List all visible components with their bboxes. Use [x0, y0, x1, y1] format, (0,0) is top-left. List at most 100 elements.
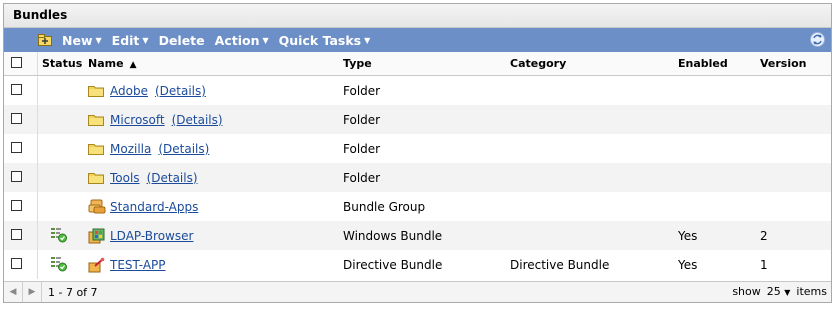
category-cell — [506, 76, 674, 106]
bundle-group-icon — [88, 199, 108, 214]
row-checkbox-cell — [4, 221, 38, 250]
status-cell — [38, 192, 85, 221]
folder-icon — [88, 142, 108, 155]
toolbar: New ▼ Edit ▼ Delete Action ▼ Quick Tasks ▼ — [4, 28, 831, 52]
category-cell — [506, 134, 674, 163]
chevron-down-icon: ▼ — [95, 35, 102, 45]
status-cell — [37, 221, 84, 250]
status-cell — [37, 163, 84, 192]
bundle-name-link[interactable]: Tools — [110, 171, 140, 185]
column-version[interactable]: Version — [756, 52, 831, 76]
delete-button[interactable]: Delete — [159, 33, 205, 48]
column-category[interactable]: Category — [506, 52, 674, 76]
type-cell: Bundle Group — [343, 199, 426, 214]
next-page-icon[interactable]: ▶ — [23, 282, 42, 302]
name-cell: Tools (Details) — [84, 163, 339, 192]
row-checkbox[interactable] — [11, 199, 22, 211]
edit-label: Edit — [111, 32, 140, 48]
table-row[interactable]: Tools (Details) Folder — [4, 163, 831, 192]
column-type[interactable]: Type — [339, 52, 506, 76]
new-button[interactable]: New ▼ — [62, 33, 102, 48]
type-cell: Folder — [343, 83, 381, 98]
column-name-label: Name — [88, 57, 124, 70]
row-checkbox[interactable] — [11, 257, 22, 269]
new-label: New — [62, 32, 93, 48]
directive-bundle-icon — [88, 257, 108, 273]
type-cell: Folder — [343, 141, 381, 156]
table-row[interactable]: LDAP-Browser Windows Bundle Yes 2 — [4, 221, 831, 250]
enabled-cell — [674, 76, 756, 106]
show-label: show — [732, 285, 761, 298]
row-checkbox-cell — [4, 75, 38, 105]
new-folder-icon[interactable] — [38, 34, 52, 46]
refresh-icon[interactable] — [810, 32, 825, 47]
version-cell — [756, 192, 831, 221]
sort-ascending-icon: ▲ — [129, 60, 137, 70]
type-cell: Directive Bundle — [343, 257, 443, 272]
select-all-checkbox[interactable] — [11, 56, 22, 68]
bundle-name-link[interactable]: Microsoft — [110, 113, 165, 127]
action-button[interactable]: Action ▼ — [215, 33, 269, 48]
row-checkbox-cell — [4, 105, 38, 134]
row-checkbox-cell — [4, 192, 38, 221]
name-cell: Mozilla (Details) — [84, 134, 339, 163]
table-row[interactable]: Standard-Apps Bundle Group — [4, 192, 831, 221]
row-checkbox[interactable] — [11, 83, 22, 95]
version-cell: 1 — [760, 257, 768, 272]
status-cell — [37, 105, 84, 134]
page-size-control: show 25 ▼ items — [732, 285, 827, 298]
status-ok-icon — [50, 226, 68, 243]
chevron-down-icon: ▼ — [784, 288, 791, 297]
bundle-name-link[interactable]: Standard-Apps — [110, 200, 198, 214]
type-cell: Windows Bundle — [339, 221, 506, 250]
category-cell — [506, 221, 674, 250]
version-cell — [756, 134, 831, 163]
table-row[interactable]: Microsoft (Details) Folder — [4, 105, 831, 134]
chevron-down-icon: ▼ — [262, 35, 269, 45]
version-cell — [756, 105, 831, 134]
column-enabled[interactable]: Enabled — [674, 52, 756, 76]
details-link[interactable]: (Details) — [172, 113, 223, 127]
status-cell — [38, 250, 85, 279]
panel-title: Bundles — [4, 4, 831, 28]
select-all-cell — [4, 52, 38, 76]
row-checkbox-cell — [4, 134, 38, 163]
enabled-cell: Yes — [674, 221, 756, 250]
enabled-cell — [674, 163, 756, 192]
quick-tasks-label: Quick Tasks — [278, 32, 362, 48]
name-cell: Adobe (Details) — [84, 76, 339, 106]
bundle-name-link[interactable]: Adobe — [110, 84, 148, 98]
table-row[interactable]: Adobe (Details) Folder — [4, 75, 831, 106]
previous-page-icon[interactable]: ◀ — [4, 282, 23, 302]
enabled-cell — [674, 192, 756, 221]
row-checkbox-cell — [4, 250, 38, 279]
name-cell: Microsoft (Details) — [84, 105, 339, 134]
bundles-panel: Bundles New ▼ Edit ▼ Delete Action ▼ Quick … — [3, 3, 832, 303]
row-checkbox[interactable] — [11, 112, 22, 124]
table-row[interactable]: Mozilla (Details) Folder — [4, 134, 831, 163]
row-checkbox[interactable] — [11, 170, 22, 182]
version-cell — [756, 76, 831, 106]
chevron-down-icon: ▼ — [142, 35, 149, 45]
column-status[interactable]: Status — [37, 52, 84, 76]
bundle-name-link[interactable]: TEST-APP — [110, 258, 166, 272]
bundle-name-link[interactable]: LDAP-Browser — [110, 229, 193, 243]
edit-button[interactable]: Edit ▼ — [112, 33, 149, 48]
version-cell: 2 — [756, 221, 831, 250]
details-link[interactable]: (Details) — [155, 84, 206, 98]
table-row[interactable]: TEST-APP Directive Bundle Directive Bundle… — [4, 250, 831, 279]
details-link[interactable]: (Details) — [158, 142, 209, 156]
folder-icon — [88, 171, 108, 184]
details-link[interactable]: (Details) — [147, 171, 198, 185]
quick-tasks-button[interactable]: Quick Tasks ▼ — [279, 33, 371, 48]
page-size-select[interactable]: 25 ▼ — [767, 285, 791, 298]
page-range: 1 - 7 of 7 — [48, 285, 98, 299]
version-cell — [756, 163, 831, 192]
row-checkbox[interactable] — [11, 228, 22, 240]
bundle-name-link[interactable]: Mozilla — [110, 142, 151, 156]
name-cell: TEST-APP — [84, 250, 339, 279]
row-checkbox[interactable] — [11, 141, 22, 153]
type-cell: Folder — [339, 105, 506, 134]
column-name[interactable]: Name ▲ — [84, 52, 339, 76]
row-checkbox-cell — [4, 163, 38, 192]
